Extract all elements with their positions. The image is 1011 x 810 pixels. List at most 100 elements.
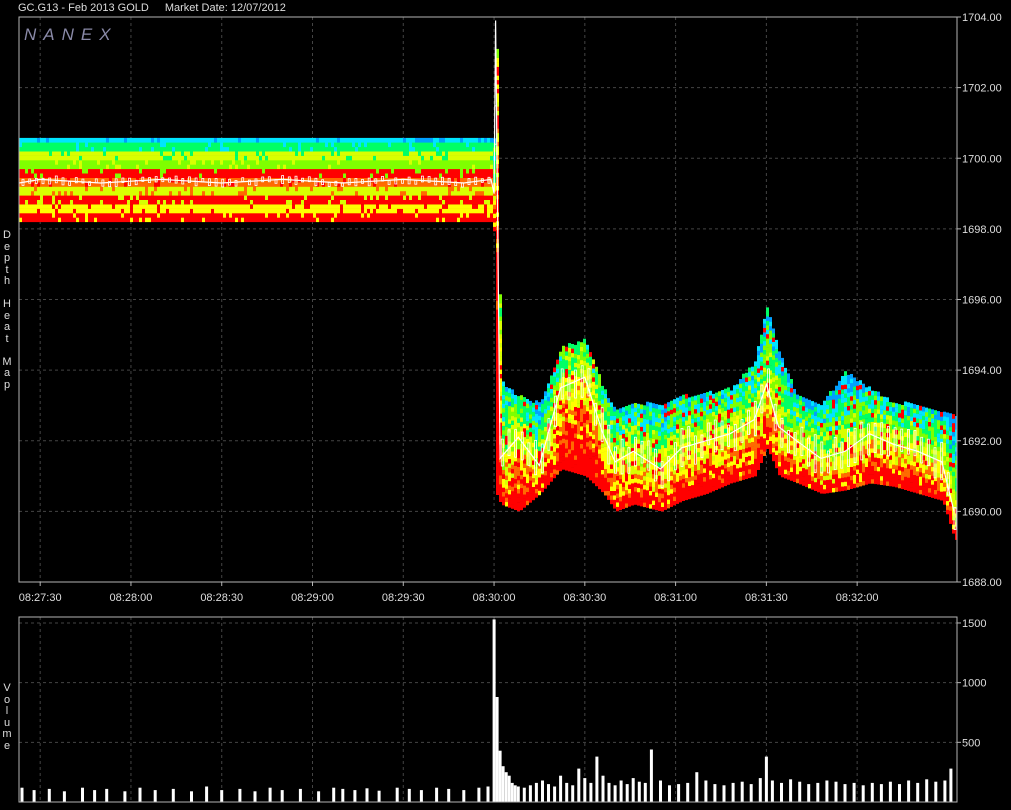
depth-cell	[49, 199, 52, 205]
depth-cell	[424, 182, 427, 187]
depth-cell	[547, 383, 550, 389]
depth-cell	[394, 199, 397, 205]
depth-cell	[412, 173, 415, 178]
depth-cell	[31, 217, 34, 223]
depth-cell	[487, 142, 490, 148]
depth-cell	[670, 449, 673, 454]
depth-cell	[214, 137, 217, 143]
depth-cell	[76, 190, 79, 196]
depth-cell	[451, 151, 454, 156]
depth-cell	[328, 173, 331, 178]
depth-cell	[418, 142, 421, 148]
depth-cell	[274, 199, 277, 205]
depth-cell	[661, 497, 664, 503]
depth-cell	[40, 213, 43, 218]
depth-cell	[427, 182, 430, 187]
depth-cell	[334, 173, 337, 178]
depth-cell	[640, 461, 643, 467]
depth-cell	[271, 146, 274, 152]
depth-cell	[520, 404, 523, 409]
depth-cell	[88, 146, 91, 152]
depth-cell	[706, 489, 709, 494]
depth-cell	[607, 495, 610, 500]
depth-cell	[169, 168, 172, 174]
depth-cell	[580, 430, 583, 436]
depth-cell	[610, 406, 613, 412]
depth-cell	[460, 146, 463, 152]
depth-cell	[424, 208, 427, 214]
depth-cell	[142, 186, 145, 192]
depth-cell	[148, 217, 151, 223]
depth-cell	[565, 404, 568, 409]
depth-cell	[592, 363, 595, 369]
depth-cell	[268, 182, 271, 187]
depth-cell	[481, 217, 484, 223]
depth-cell	[379, 217, 382, 223]
depth-cell	[682, 430, 685, 435]
depth-cell	[433, 204, 436, 209]
depth-cell	[112, 195, 115, 200]
depth-cell	[70, 164, 73, 170]
depth-cell	[400, 217, 403, 223]
depth-cell	[277, 208, 280, 214]
depth-cell	[403, 199, 406, 205]
depth-cell	[604, 402, 607, 408]
depth-cell	[379, 182, 382, 187]
depth-cell	[568, 427, 571, 432]
depth-cell	[571, 344, 574, 349]
depth-cell	[184, 182, 187, 187]
depth-cell	[478, 146, 481, 152]
depth-cell	[349, 186, 352, 192]
depth-cell	[28, 199, 31, 205]
depth-cell	[103, 195, 106, 200]
depth-cell	[382, 151, 385, 156]
depth-cell	[496, 397, 499, 403]
depth-cell	[700, 446, 703, 452]
depth-cell	[568, 343, 571, 348]
depth-cell	[259, 195, 262, 200]
depth-cell	[664, 434, 667, 440]
depth-cell	[718, 453, 721, 458]
depth-cell	[490, 195, 493, 200]
depth-cell	[70, 204, 73, 209]
depth-cell	[112, 204, 115, 209]
depth-cell	[172, 160, 175, 165]
depth-cell	[313, 199, 316, 205]
depth-cell	[523, 472, 526, 477]
depth-cell	[274, 151, 277, 156]
depth-cell	[82, 151, 85, 156]
depth-cell	[604, 451, 607, 456]
depth-cell	[442, 186, 445, 192]
depth-cell	[286, 208, 289, 214]
depth-cell	[709, 474, 712, 480]
depth-cell	[613, 503, 616, 509]
depth-cell	[628, 475, 631, 481]
depth-cell	[247, 160, 250, 165]
depth-cell	[592, 394, 595, 400]
depth-cell	[61, 164, 64, 170]
depth-cell	[271, 213, 274, 218]
depth-cell	[151, 173, 154, 178]
depth-cell	[76, 164, 79, 170]
depth-cell	[667, 411, 670, 416]
depth-cell	[331, 213, 334, 218]
depth-cell	[358, 182, 361, 187]
depth-cell	[676, 402, 679, 407]
depth-cell	[628, 435, 631, 441]
depth-cell	[295, 160, 298, 165]
depth-cell	[403, 195, 406, 200]
depth-cell	[49, 155, 52, 161]
depth-cell	[304, 190, 307, 196]
depth-cell	[670, 480, 673, 485]
depth-cell	[718, 404, 721, 410]
depth-cell	[28, 168, 31, 174]
depth-cell	[40, 217, 43, 223]
depth-cell	[478, 173, 481, 178]
depth-cell	[190, 195, 193, 200]
depth-cell	[133, 173, 136, 178]
depth-cell	[130, 173, 133, 178]
depth-cell	[196, 160, 199, 165]
depth-cell	[451, 213, 454, 218]
depth-cell	[121, 142, 124, 148]
depth-cell	[268, 160, 271, 165]
